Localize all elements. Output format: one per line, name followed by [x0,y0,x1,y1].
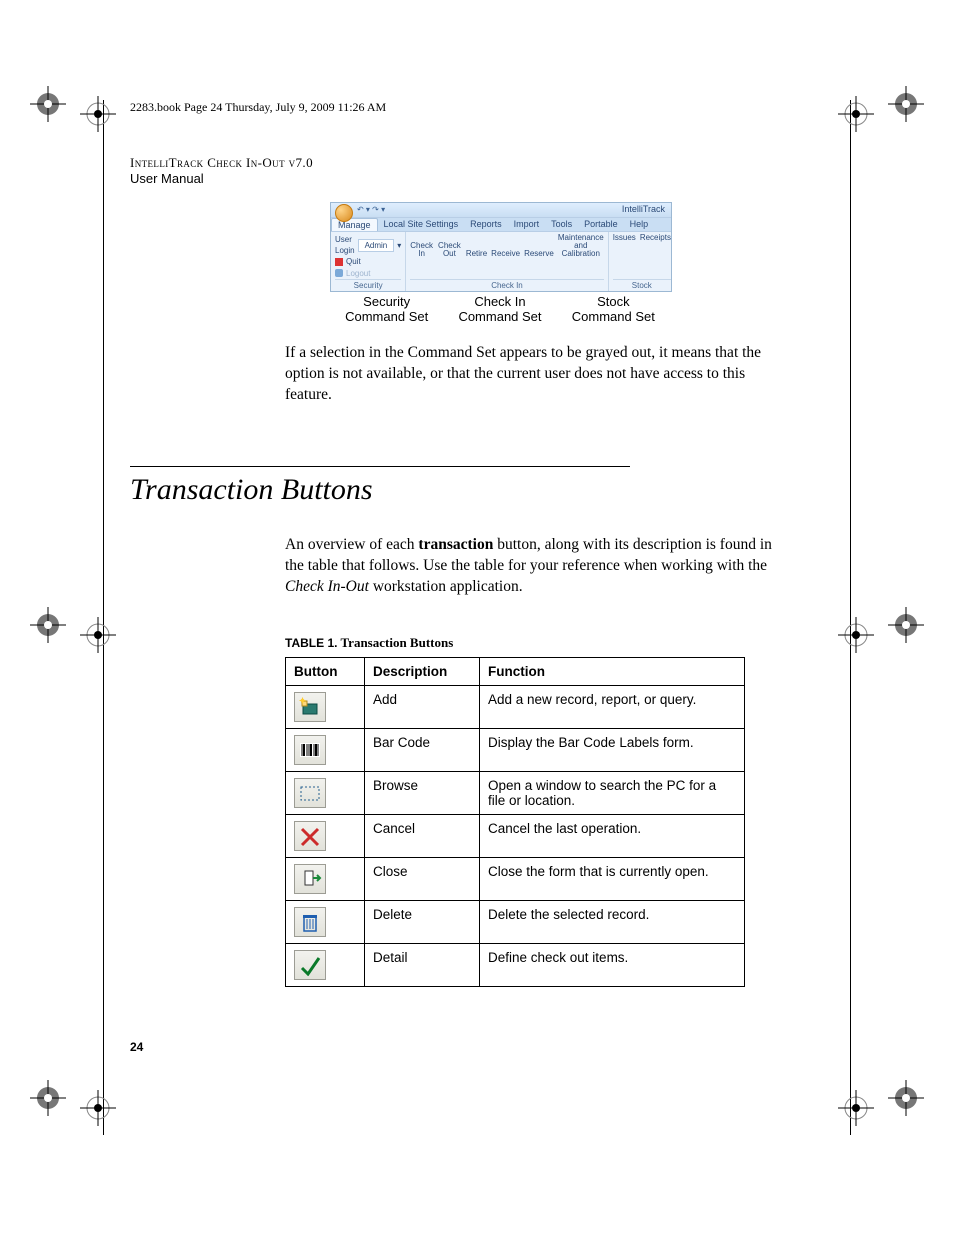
table-caption: TABLE 1. Transaction Buttons [285,635,830,651]
registration-mark-icon [78,615,118,655]
doc-title: IntelliTrack Check In-Out v7.0 [130,155,830,171]
close-icon [294,864,326,894]
button-icon-cell [286,728,365,771]
registration-mark-icon [78,94,118,134]
button-icon-cell [286,771,365,814]
registration-mark-icon [28,1078,68,1118]
function-cell: Display the Bar Code Labels form. [480,728,745,771]
table-row: DetailDefine check out items. [286,943,745,986]
table-row: Bar CodeDisplay the Bar Code Labels form… [286,728,745,771]
registration-mark-icon [836,94,876,134]
detail-icon [294,950,326,980]
col-function: Function [480,657,745,685]
cmd-receive: Receive [491,250,520,258]
transaction-buttons-table: Button Description Function AddAdd a new… [285,657,745,987]
group-checkin: Check In Check Out Retire Receive Reserv… [406,232,608,291]
app-name: IntelliTrack [622,204,665,214]
button-icon-cell [286,900,365,943]
ribbon-screenshot: ↶ ▾ ↷ ▾ IntelliTrack Manage Local Site S… [330,202,672,292]
col-button: Button [286,657,365,685]
running-head: 2283.book Page 24 Thursday, July 9, 2009… [130,100,830,115]
ribbon-tabs: Manage Local Site Settings Reports Impor… [331,217,671,232]
registration-mark-icon [886,84,926,124]
doc-subtitle: User Manual [130,171,830,186]
caption-checkin: Check InCommand Set [443,294,556,325]
group-security: User Login Admin ▾ Quit Logout Security [331,232,406,291]
registration-mark-icon [836,615,876,655]
button-icon-cell [286,857,365,900]
add-icon [294,692,326,722]
page-number: 24 [130,1040,143,1054]
registration-mark-icon [886,605,926,645]
tab-local-site-settings: Local Site Settings [378,218,465,231]
button-icon-cell [286,943,365,986]
function-cell: Delete the selected record. [480,900,745,943]
section-rule [130,466,630,467]
browse-icon [294,778,326,808]
registration-mark-icon [78,1088,118,1128]
caption-stock: StockCommand Set [557,294,670,325]
logout-icon [335,269,343,277]
function-cell: Define check out items. [480,943,745,986]
table-row: AddAdd a new record, report, or query. [286,685,745,728]
tab-reports: Reports [464,218,508,231]
function-cell: Open a window to search the PC for a fil… [480,771,745,814]
cancel-icon [294,821,326,851]
ribbon-titlebar: ↶ ▾ ↷ ▾ IntelliTrack [331,203,671,217]
description-cell: Cancel [365,814,480,857]
quit-label: Quit [346,256,361,267]
group-stock-label: Stock [613,279,671,290]
page-content: 2283.book Page 24 Thursday, July 9, 2009… [130,100,830,987]
col-description: Description [365,657,480,685]
group-stock: Issues Receipts Stock [609,232,675,291]
registration-mark-icon [836,1088,876,1128]
registration-mark-icon [28,84,68,124]
description-cell: Bar Code [365,728,480,771]
tab-portable: Portable [578,218,624,231]
tab-tools: Tools [545,218,578,231]
function-cell: Add a new record, report, or query. [480,685,745,728]
barcode-icon [294,735,326,765]
ribbon-body: User Login Admin ▾ Quit Logout Security … [331,232,671,291]
cmd-retire: Retire [466,250,487,258]
group-security-label: Security [335,279,401,290]
button-icon-cell [286,685,365,728]
table-row: CloseClose the form that is currently op… [286,857,745,900]
dropdown-icon: ▾ [397,240,401,251]
description-cell: Add [365,685,480,728]
table-row: CancelCancel the last operation. [286,814,745,857]
table-row: DeleteDelete the selected record. [286,900,745,943]
tab-import: Import [508,218,546,231]
cmd-receipts: Receipts [640,234,671,242]
description-cell: Detail [365,943,480,986]
cmd-check-out: Check Out [437,242,462,258]
cmd-maintenance: Maintenance and Calibration [558,234,604,258]
button-icon-cell [286,814,365,857]
description-cell: Browse [365,771,480,814]
ribbon-captions: SecurityCommand Set Check InCommand Set … [330,294,670,325]
cmd-reserve: Reserve [524,250,554,258]
group-checkin-label: Check In [410,279,603,290]
quit-icon [335,258,343,266]
function-cell: Cancel the last operation. [480,814,745,857]
description-cell: Delete [365,900,480,943]
office-orb-icon [335,204,353,222]
cmd-issues: Issues [613,234,636,242]
description-cell: Close [365,857,480,900]
section-intro-paragraph: An overview of each transaction button, … [285,535,775,598]
delete-icon [294,907,326,937]
quick-access-toolbar: ↶ ▾ ↷ ▾ [357,205,385,214]
table-row: BrowseOpen a window to search the PC for… [286,771,745,814]
section-title: Transaction Buttons [130,473,830,507]
registration-mark-icon [28,605,68,645]
caption-security: SecurityCommand Set [330,294,443,325]
tab-help: Help [624,218,655,231]
function-cell: Close the form that is currently open. [480,857,745,900]
user-login-label: User Login [335,234,355,256]
cmd-check-in: Check In [410,242,433,258]
registration-mark-icon [886,1078,926,1118]
user-login-value: Admin [358,239,395,252]
intro-paragraph: If a selection in the Command Set appear… [285,343,775,406]
logout-label: Logout [346,268,370,279]
